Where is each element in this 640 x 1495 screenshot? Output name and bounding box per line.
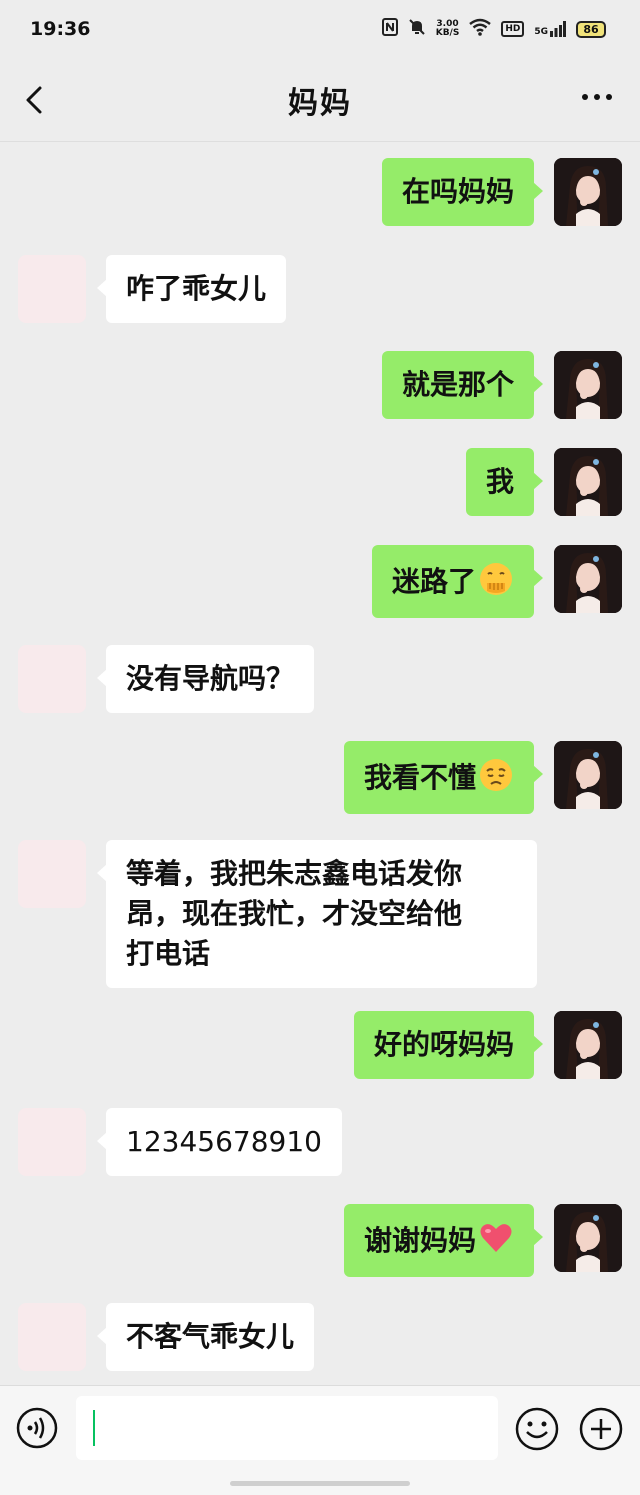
my-avatar[interactable]	[554, 158, 622, 226]
message-text-line: 昂，现在我忙，才没空给他	[126, 897, 463, 930]
pensive-face-emoji	[478, 757, 514, 793]
message-text: 12345678910	[126, 1125, 322, 1158]
message-bubble[interactable]: 没有导航吗？	[96, 645, 315, 713]
hand-over-mouth-emoji	[478, 561, 514, 597]
my-avatar[interactable]	[554, 351, 622, 419]
message-bubble[interactable]: 好的呀妈妈	[353, 1011, 544, 1079]
message-text: 我	[485, 465, 514, 498]
message-text: 在吗妈妈	[401, 175, 514, 208]
message-text: 不客气乖女儿	[126, 1320, 295, 1353]
mute-icon	[408, 18, 426, 40]
mom-avatar[interactable]	[18, 840, 86, 908]
message-text: 就是那个	[401, 368, 514, 401]
status-icons: 3.00 KB/S HD 5G 86	[381, 18, 606, 40]
message-bubble[interactable]: 咋了乖女儿	[96, 255, 287, 323]
message-text: 咋了乖女儿	[126, 272, 267, 305]
nfc-icon	[381, 18, 398, 40]
chat-header: 妈妈	[0, 58, 640, 142]
message-bubble[interactable]: 12345678910	[97, 1108, 342, 1176]
message-bubble[interactable]: 就是那个	[381, 351, 544, 419]
mom-avatar[interactable]	[18, 255, 86, 323]
message-text: 谢谢妈妈	[363, 1224, 476, 1257]
emoji-picker-icon[interactable]	[514, 1406, 560, 1452]
my-avatar[interactable]	[554, 545, 622, 613]
message-text-line: 打电话	[126, 937, 211, 970]
mom-avatar[interactable]	[18, 645, 86, 713]
red-heart-emoji	[478, 1220, 514, 1256]
more-options-icon[interactable]	[582, 94, 612, 100]
mom-avatar[interactable]	[18, 1108, 86, 1176]
network-type: 5G	[534, 27, 548, 37]
message-bubble[interactable]: 不客气乖女儿	[96, 1303, 315, 1371]
my-avatar[interactable]	[554, 1204, 622, 1272]
back-arrow-icon[interactable]	[20, 80, 50, 120]
message-bubble[interactable]: 我	[465, 448, 544, 516]
message-text-line: 等着，我把朱志鑫电话发你	[126, 857, 463, 890]
hd-badge: HD	[501, 21, 525, 37]
mom-avatar[interactable]	[18, 1303, 86, 1371]
message-bubble[interactable]: 等着，我把朱志鑫电话发你 昂，现在我忙，才没空给他 打电话	[97, 840, 537, 988]
message-text: 好的呀妈妈	[373, 1028, 514, 1061]
add-attachment-icon[interactable]	[578, 1406, 624, 1452]
speed-unit: KB/S	[435, 28, 460, 38]
message-bubble[interactable]: 我看不懂	[343, 741, 544, 814]
message-text: 我看不懂	[363, 761, 476, 794]
message-bubble[interactable]: 在吗妈妈	[381, 158, 544, 226]
my-avatar[interactable]	[554, 741, 622, 809]
my-avatar[interactable]	[554, 448, 622, 516]
my-avatar[interactable]	[554, 1011, 622, 1079]
message-bubble[interactable]: 谢谢妈妈	[343, 1204, 544, 1277]
message-text: 没有导航吗？	[126, 662, 295, 695]
chat-title: 妈妈	[288, 85, 352, 121]
input-bar	[0, 1385, 640, 1495]
voice-input-icon[interactable]	[15, 1406, 59, 1450]
message-text: 迷路了	[391, 565, 476, 598]
text-cursor	[93, 1410, 95, 1446]
wifi-icon	[469, 18, 492, 40]
message-bubble[interactable]: 迷路了	[371, 545, 544, 618]
signal-icon: 5G	[534, 21, 566, 37]
message-input[interactable]	[76, 1396, 498, 1460]
network-speed: 3.00 KB/S	[436, 20, 460, 38]
home-indicator	[230, 1481, 410, 1486]
status-time: 19:36	[30, 18, 91, 40]
battery-indicator: 86	[576, 20, 606, 38]
status-bar: 19:36 3.00 KB/S HD 5G 86	[0, 0, 640, 58]
